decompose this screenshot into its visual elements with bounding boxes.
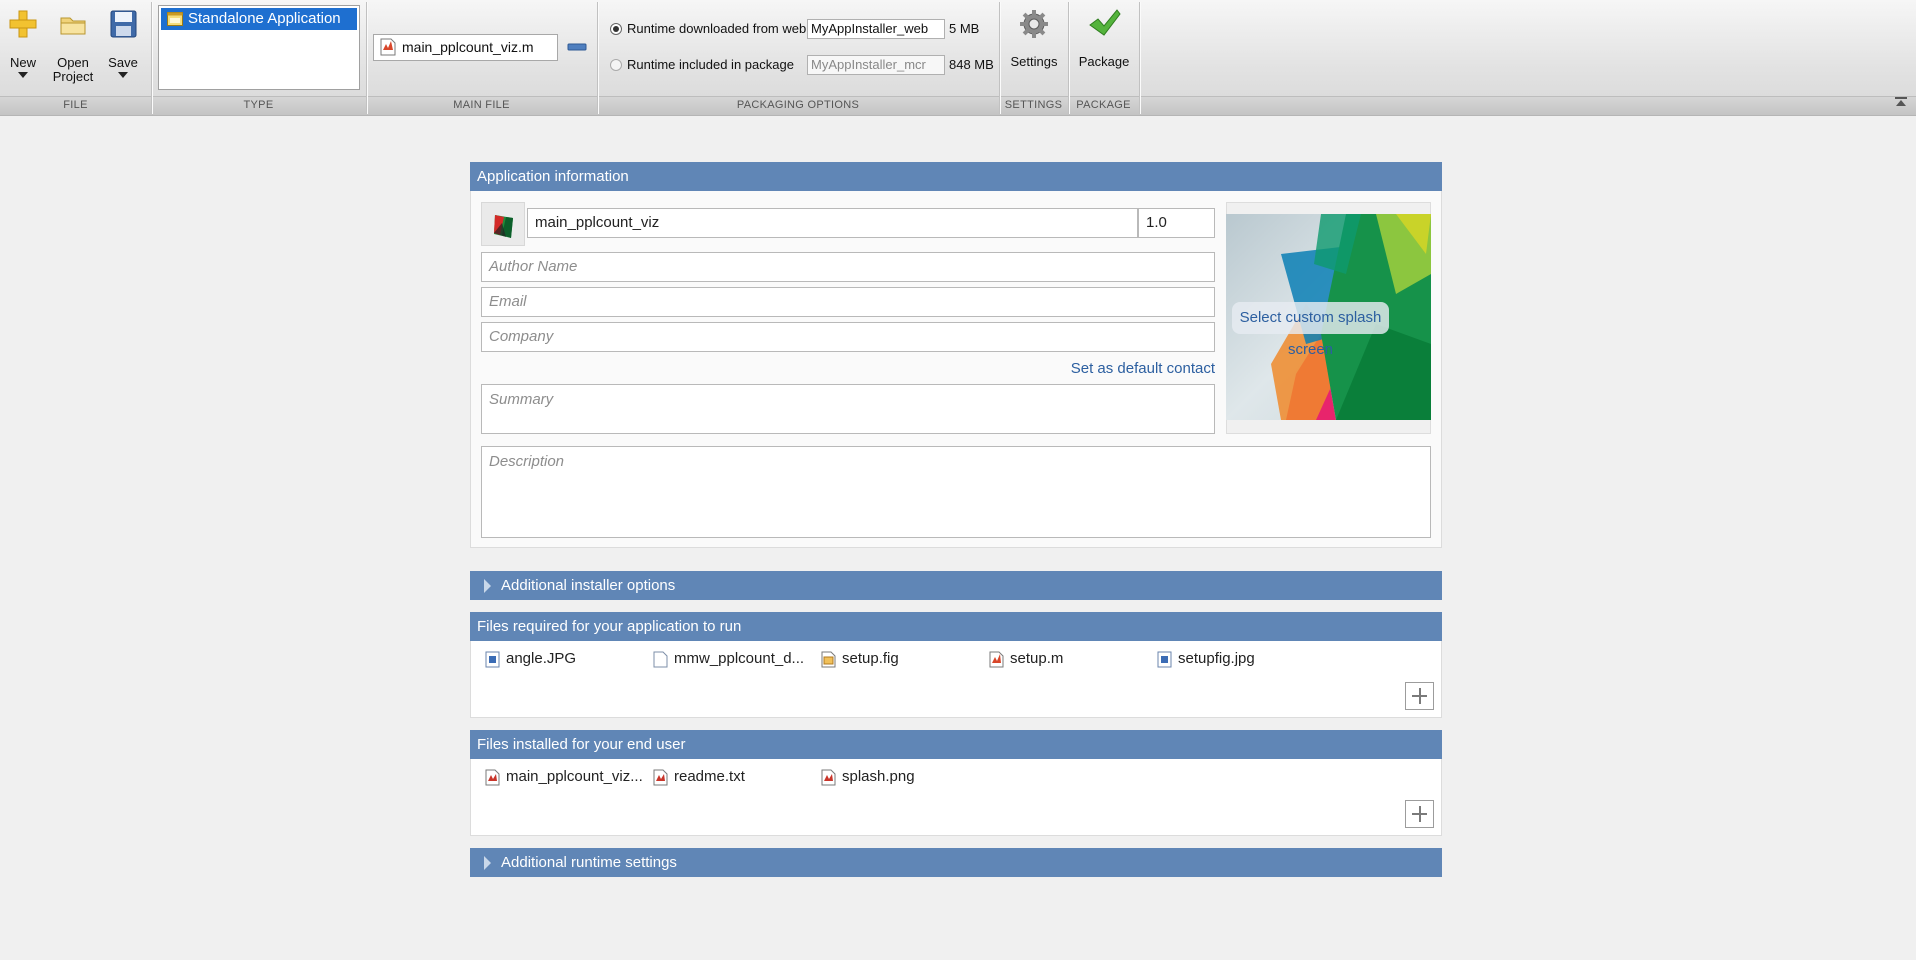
divider [1068,2,1069,114]
gear-icon [1020,10,1048,38]
file-item[interactable]: setupfig.jpg [1157,650,1255,668]
open-project-button[interactable]: Open Project [50,8,96,84]
group-label-type: TYPE [243,99,274,111]
floppy-disk-icon [110,10,137,38]
plus-icon [9,10,37,38]
type-item-label: Standalone Application [188,10,341,27]
image-file-icon [821,769,836,786]
set-default-contact-link[interactable]: Set as default contact [1010,360,1215,377]
file-item[interactable]: angle.JPG [485,650,576,668]
fig-file-icon [821,651,836,668]
section-title: Additional runtime settings [501,854,677,871]
group-label-file: FILE [63,99,88,111]
application-type-list[interactable]: Standalone Application [158,5,360,90]
runtime-package-option[interactable]: Runtime included in package [610,55,794,75]
divider [999,2,1000,114]
image-file-icon [485,651,500,668]
remove-file-icon[interactable] [567,41,587,53]
package-label: Package [1078,54,1130,69]
checkmark-icon [1089,9,1121,36]
divider [1139,2,1140,114]
app-file-icon [485,769,500,786]
expand-triangle-icon [484,579,491,593]
description-input[interactable]: Description [481,446,1431,538]
file-name: main_pplcount_viz... [506,768,643,785]
file-item[interactable]: mmw_pplcount_d... [653,650,804,668]
file-name: mmw_pplcount_d... [674,650,805,667]
save-label: Save [108,55,138,70]
package-button[interactable]: Package [1074,8,1134,69]
collapse-toolstrip-icon[interactable] [1894,96,1908,108]
main-file-name: main_pplcount_viz.m [402,39,534,55]
group-label-settings: SETTINGS [1004,99,1063,111]
save-button[interactable]: Save [106,8,140,78]
image-file-icon [1157,651,1172,668]
open-label-1: Open [57,55,89,70]
new-button[interactable]: New [6,8,40,78]
type-item-standalone[interactable]: Standalone Application [161,8,357,30]
settings-button[interactable]: Settings [1005,8,1063,69]
section-title: Additional installer options [501,577,676,594]
file-item[interactable]: splash.png [821,768,915,786]
summary-input[interactable]: Summary [481,384,1215,434]
file-item[interactable]: main_pplcount_viz... [485,768,643,786]
runtime-web-option[interactable]: Runtime downloaded from web [610,19,806,39]
runtime-web-label: Runtime downloaded from web [627,21,807,36]
divider [366,2,367,114]
group-label-main-file: MAIN FILE [453,99,510,111]
blank-file-icon [653,651,668,668]
file-item[interactable]: setup.fig [821,650,899,668]
files-required-header: Files required for your application to r… [470,612,1442,641]
add-required-file-button[interactable] [1405,682,1434,710]
m-file-icon [380,38,396,56]
file-item[interactable]: readme.txt [653,768,745,786]
select-splash-screen-button[interactable]: Select custom splash screen [1232,302,1389,358]
chevron-down-icon [18,72,28,78]
web-installer-name-input[interactable]: MyAppInstaller_web [807,19,945,39]
radio-unselected[interactable] [610,59,622,71]
additional-installer-options-header[interactable]: Additional installer options [470,571,1442,600]
version-input[interactable]: 1.0 [1138,208,1215,238]
application-information-header: Application information [470,162,1442,191]
files-installed-header: Files installed for your end user [470,730,1442,759]
web-installer-size: 5 MB [949,21,980,36]
divider [151,2,152,114]
application-name-input[interactable]: main_pplcount_viz [527,208,1138,238]
app-icon-button[interactable] [481,202,525,246]
text-file-icon [653,769,668,786]
new-label: New [9,55,36,70]
company-input[interactable]: Company [481,322,1215,352]
email-input[interactable]: Email [481,287,1215,317]
expand-triangle-icon [484,856,491,870]
files-required-panel [470,641,1442,718]
mcr-installer-size: 848 MB [949,57,994,72]
add-installed-file-button[interactable] [1405,800,1434,828]
settings-label: Settings [1010,54,1058,69]
mcr-installer-name-input[interactable]: MyAppInstaller_mcr [807,55,945,75]
group-label-package: PACKAGE [1076,99,1131,111]
application-icon [494,215,513,238]
group-label-packaging-options: PACKAGING OPTIONS [736,99,860,111]
file-item[interactable]: setup.m [989,650,1063,668]
application-window-icon [167,12,183,26]
m-file-icon [989,651,1004,668]
author-name-input[interactable]: Author Name [481,252,1215,282]
folder-icon [60,17,86,35]
additional-runtime-settings-header[interactable]: Additional runtime settings [470,848,1442,877]
open-label-2: Project [52,69,94,84]
divider [597,2,598,114]
chevron-down-icon [118,72,128,78]
radio-selected[interactable] [610,23,622,35]
runtime-package-label: Runtime included in package [627,57,794,72]
main-file-field[interactable]: main_pplcount_viz.m [373,34,558,61]
